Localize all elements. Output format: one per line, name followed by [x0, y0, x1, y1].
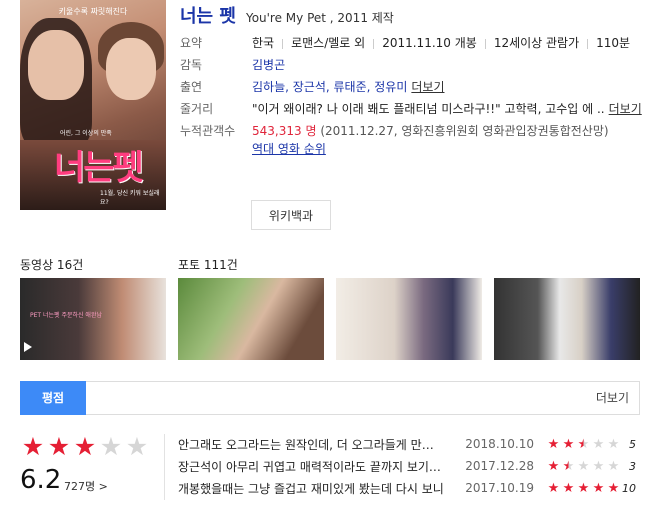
review-date: 2017.10.19 — [465, 481, 534, 495]
audience-count: 543,313 명 — [252, 124, 317, 138]
movie-info: 요약 한국 로맨스/멜로 외 2011.11.10 개봉 12세이상 관람가 110분 … — [180, 34, 650, 162]
release-date: 2011.11.10 개봉 — [382, 36, 477, 50]
star-icon: ★ — [99, 432, 123, 461]
poster-figure — [28, 30, 84, 100]
rating-age: 12세이상 관람가 — [493, 36, 580, 50]
review-score: 5 — [629, 437, 636, 451]
review-row[interactable]: 개봉했을때는 그냥 즐겁고 재미있게 봤는데 다시 보니 2017.10.19 ★ ★… — [178, 477, 640, 499]
review-text[interactable]: 장근석이 아무리 귀엽고 매력적이라도 끝까지 보기 힘들다 — [178, 458, 444, 475]
runtime: 110분 — [596, 36, 631, 50]
review-stars: ★ ★ ★ ★ ★ — [546, 437, 622, 452]
audience-source: (2011.12.27, 영화진흥위원회 영화관입장권통합전산망) — [320, 124, 609, 138]
summary-row: 요약 한국 로맨스/멜로 외 2011.11.10 개봉 12세이상 관람가 110분 — [180, 34, 650, 52]
cast-row: 출연 김하늘, 장근석, 류태준, 정유미 더보기 — [180, 78, 650, 96]
director-row: 감독 김병곤 — [180, 56, 650, 74]
title-row: 너는 펫 You're My Pet , 2011 제작 — [180, 2, 394, 28]
cast-links[interactable]: 김하늘, 장근석, 류태준, 정유미 — [252, 80, 407, 94]
divider — [282, 38, 284, 49]
rating-tab-bar: 평점 더보기 — [20, 381, 640, 415]
star-icon: ★ — [577, 436, 590, 452]
star-icon: ★ — [73, 432, 97, 461]
tab-rating[interactable]: 평점 — [20, 381, 86, 415]
photo-count-label[interactable]: 포토 111건 — [178, 256, 238, 273]
poster-title-art: 너는펫 — [54, 148, 144, 188]
rating-count-link[interactable]: 727명 > — [64, 478, 108, 494]
star-icon: ★ — [607, 480, 620, 496]
star-icon: ★ — [562, 436, 575, 452]
movie-subtitle: You're My Pet , 2011 제작 — [245, 11, 394, 25]
star-icon: ★ — [607, 436, 620, 452]
country: 한국 — [252, 36, 275, 50]
star-icon: ★ — [547, 436, 560, 452]
review-text[interactable]: 안그래도 오그라드는 원작인데, 더 오그라들게 만들어 버렸네 — [178, 436, 444, 453]
rating-more-link[interactable]: 더보기 — [596, 382, 629, 414]
director-label: 감독 — [180, 58, 203, 72]
director-link[interactable]: 김병곤 — [252, 58, 285, 72]
star-icon: ★ — [607, 458, 620, 474]
video-thumb-text: PET 너는펫 주문하신 애완남 — [30, 312, 102, 319]
plot-row: 줄거리 "이거 왜이래? 나 이래 봬도 플래티넘 미스라구!!" 고학력, 고… — [180, 100, 650, 118]
wikipedia-button[interactable]: 위키백과 — [251, 200, 331, 230]
review-row[interactable]: 장근석이 아무리 귀엽고 매력적이라도 끝까지 보기 힘들다 2017.12.28… — [178, 455, 640, 477]
divider — [164, 434, 165, 500]
photo-thumbnail[interactable] — [494, 278, 640, 360]
poster-kicker: 어린, 그 이상의 만족 — [60, 130, 112, 137]
review-stars: ★ ★ ★ ★ ★ — [546, 459, 622, 474]
star-icon: ★ — [577, 458, 590, 474]
cast-label: 출연 — [180, 80, 203, 94]
star-icon: ★ — [592, 480, 605, 496]
audience-row: 누적관객수 543,313 명 (2011.12.27, 영화진흥위원회 영화관… — [180, 122, 650, 158]
star-icon: ★ — [21, 432, 45, 461]
plot-label: 줄거리 — [180, 102, 214, 116]
plot-more-link[interactable]: 더보기 — [609, 102, 642, 116]
poster-figure — [106, 38, 156, 100]
star-icon: ★ — [562, 480, 575, 496]
divider — [484, 38, 486, 49]
star-icon: ★ — [562, 458, 575, 474]
review-score: 3 — [629, 459, 636, 473]
video-thumbnail[interactable]: PET 너는펫 주문하신 애완남 — [20, 278, 166, 360]
photo-thumbnail[interactable] — [336, 278, 482, 360]
star-icon: ★ — [547, 458, 560, 474]
cast-more-link[interactable]: 더보기 — [411, 80, 444, 94]
review-text[interactable]: 개봉했을때는 그냥 즐겁고 재미있게 봤는데 다시 보니 — [178, 480, 444, 497]
poster-header: 키울수록 짜릿해진다 — [58, 7, 128, 16]
poster-date: 11월, 당신 키워 보실래요? — [100, 190, 160, 206]
video-count-label[interactable]: 동영상 16건 — [20, 256, 83, 273]
divider — [373, 38, 375, 49]
photo-thumbnail[interactable] — [178, 278, 324, 360]
plot-text: "이거 왜이래? 나 이래 봬도 플래티넘 미스라구!!" 고학력, 고수입 에… — [252, 102, 605, 116]
rating-score: 6.2 — [20, 465, 62, 495]
genre: 로맨스/멜로 외 — [291, 36, 366, 50]
star-icon: ★ — [47, 432, 71, 461]
summary-values: 한국 로맨스/멜로 외 2011.11.10 개봉 12세이상 관람가 110분 — [252, 34, 650, 52]
movie-title[interactable]: 너는 펫 — [180, 2, 236, 28]
review-score: 10 — [622, 481, 636, 495]
review-stars: ★ ★ ★ ★ ★ — [546, 481, 622, 496]
star-icon: ★ — [577, 480, 590, 496]
star-icon: ★ — [547, 480, 560, 496]
movie-poster[interactable]: 키울수록 짜릿해진다 어린, 그 이상의 만족 너는펫 11월, 당신 키워 보… — [20, 0, 166, 210]
review-row[interactable]: 안그래도 오그라드는 원작인데, 더 오그라들게 만들어 버렸네 2018.10.… — [178, 433, 640, 455]
star-icon: ★ — [125, 432, 149, 461]
audience-label: 누적관객수 — [180, 124, 236, 138]
rating-stars: ★ ★ ★ ★ ★ — [20, 434, 150, 460]
review-date: 2017.12.28 — [465, 459, 534, 473]
divider — [587, 38, 589, 49]
star-icon: ★ — [592, 436, 605, 452]
play-icon — [24, 342, 32, 352]
summary-label: 요약 — [180, 36, 203, 50]
review-date: 2018.10.10 — [465, 437, 534, 451]
star-icon: ★ — [592, 458, 605, 474]
ranking-link[interactable]: 역대 영화 순위 — [252, 142, 326, 156]
